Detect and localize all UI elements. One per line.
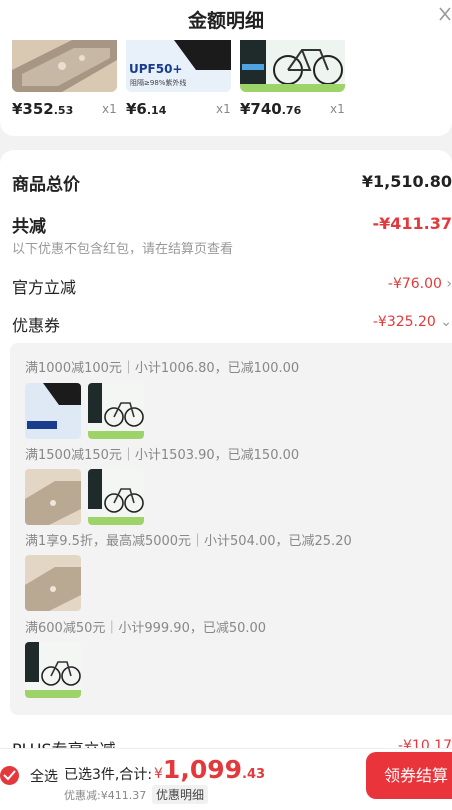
sleeve-thumbnail: UPF50+ 阻隔≥98%紫外线	[126, 40, 231, 92]
product-price: ¥352.53	[12, 100, 74, 118]
coupon-value[interactable]: -¥325.20 ⌄	[373, 314, 452, 330]
coupon-label: 优惠券	[12, 316, 61, 335]
breakdown-line: 满1000减100元｜小计1006.80，已减100.00	[25, 361, 300, 376]
official-reduce-value[interactable]: -¥76.00 ›	[388, 276, 452, 292]
product-qty: x1	[330, 102, 345, 116]
page-title: 金额明细	[187, 10, 264, 32]
breakdown-line: 满1享9.5折，最高减5000元｜小计504.00，已减25.20	[25, 534, 352, 549]
chevron-right-icon: ›	[446, 276, 452, 292]
total-reduce-label: 共减	[12, 217, 46, 237]
total-amount: ¥1,099.43	[154, 755, 266, 784]
official-reduce-label: 官方立减	[12, 278, 77, 297]
bicycle-thumbnail	[240, 40, 345, 92]
rug-thumbnail	[12, 40, 117, 92]
bicycle-mini-thumb	[88, 383, 144, 439]
checkout-bar: 全选 已选3件,合计: ¥1,099.43 优惠减:¥411.37 优惠明细 领…	[0, 748, 452, 810]
coupon-breakdown: 满1000减100元｜小计1006.80，已减100.00 满1500减150元…	[10, 343, 452, 715]
product-item[interactable]: ¥352.53 x1	[12, 40, 132, 130]
goods-total-value: ¥1,510.80	[361, 172, 452, 191]
product-item[interactable]: ¥740.76 x1	[240, 40, 360, 130]
discount-detail-button[interactable]: 优惠明细	[152, 785, 209, 804]
discount-amount: 优惠减:¥411.37	[64, 789, 147, 802]
goods-total-label: 商品总价	[12, 175, 80, 195]
product-qty: x1	[102, 102, 117, 116]
rug-mini-thumb	[25, 555, 81, 611]
total-reduce-value: -¥411.37	[372, 214, 452, 233]
product-price: ¥740.76	[240, 100, 302, 118]
product-item[interactable]: UPF50+ 阻隔≥98%紫外线 ¥6.14 x1	[126, 40, 246, 130]
select-all-checkbox[interactable]	[0, 766, 19, 785]
header: 金额明细	[0, 0, 452, 40]
selected-count: 已选3件,合计:	[64, 767, 153, 783]
product-strip: ¥352.53 x1 UPF50+ 阻隔≥98%紫外线 ¥6.14 x1 ¥74…	[0, 40, 452, 136]
checkout-button[interactable]: 领券结算	[366, 752, 452, 799]
select-all-label[interactable]: 全选	[30, 766, 58, 786]
bicycle-mini-thumb	[88, 469, 144, 525]
close-icon[interactable]	[438, 4, 452, 28]
sleeve-mini-thumb	[25, 383, 81, 439]
breakdown-line: 满600减50元｜小计999.90，已减50.00	[25, 621, 267, 636]
chevron-down-icon: ⌄	[440, 314, 452, 330]
bicycle-mini-thumb	[25, 642, 81, 698]
product-price: ¥6.14	[126, 100, 167, 118]
product-qty: x1	[216, 102, 231, 116]
upf-label: UPF50+	[129, 62, 183, 76]
reduce-note: 以下优惠不包含红包，请在结算页查看	[12, 242, 234, 257]
rug-mini-thumb	[25, 469, 81, 525]
upf-sub-label: 阻隔≥98%紫外线	[130, 79, 187, 87]
price-summary: 商品总价 ¥1,510.80 共减 -¥411.37 以下优惠不包含红包，请在结…	[0, 150, 452, 759]
breakdown-line: 满1500减150元｜小计1503.90，已减150.00	[25, 448, 300, 463]
